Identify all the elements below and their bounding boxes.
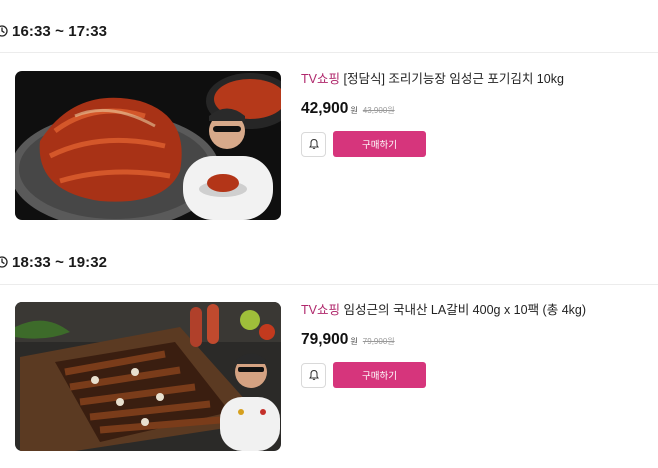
price-row: 79,900 원 79,900원: [301, 331, 651, 349]
divider: [0, 52, 658, 53]
product-name: 임성근의 국내산 LA갈비 400g x 10팩 (총 4kg): [343, 303, 587, 317]
price-unit: 원: [350, 337, 358, 346]
product-title[interactable]: TV쇼핑 임성근의 국내산 LA갈비 400g x 10팩 (총 4kg): [301, 302, 651, 318]
product-actions: 구매하기: [301, 131, 651, 157]
product-actions: 구매하기: [301, 362, 651, 388]
original-price: 43,900원: [362, 106, 395, 115]
product-info: TV쇼핑 임성근의 국내산 LA갈비 400g x 10팩 (총 4kg) 79…: [301, 302, 651, 388]
original-price: 79,900원: [362, 337, 395, 346]
clock-icon: [0, 25, 8, 37]
product-name: [정담식] 조리기능장 임성근 포기김치 10kg: [343, 72, 564, 86]
product-info: TV쇼핑 [정담식] 조리기능장 임성근 포기김치 10kg 42,900 원 …: [301, 71, 651, 157]
sale-price: 79,900: [301, 331, 349, 348]
time-slot-header: 18:33 ~ 19:32: [0, 249, 107, 275]
time-slot-label: 16:33 ~ 17:33: [12, 22, 108, 40]
time-slot-label: 18:33 ~ 19:32: [12, 253, 108, 271]
price-row: 42,900 원 43,900원: [301, 100, 651, 118]
product-title[interactable]: TV쇼핑 [정담식] 조리기능장 임성근 포기김치 10kg: [301, 71, 651, 87]
clock-icon: [0, 256, 8, 268]
buy-button[interactable]: 구매하기: [333, 362, 426, 388]
time-slot-header: 16:33 ~ 17:33: [0, 18, 107, 44]
sale-price: 42,900: [301, 100, 349, 117]
price-unit: 원: [350, 106, 358, 115]
product-card[interactable]: TV쇼핑 [정담식] 조리기능장 임성근 포기김치 10kg 42,900 원 …: [15, 71, 655, 221]
buy-button[interactable]: 구매하기: [333, 131, 426, 157]
bell-icon: [308, 369, 319, 381]
divider: [0, 284, 658, 285]
product-image[interactable]: [15, 302, 281, 451]
bell-icon: [308, 138, 319, 150]
alarm-button[interactable]: [301, 362, 326, 388]
product-image[interactable]: [15, 71, 281, 220]
alarm-button[interactable]: [301, 131, 326, 157]
channel-label: TV쇼핑: [301, 303, 340, 317]
product-card[interactable]: TV쇼핑 임성근의 국내산 LA갈비 400g x 10팩 (총 4kg) 79…: [15, 302, 655, 452]
channel-label: TV쇼핑: [301, 72, 340, 86]
